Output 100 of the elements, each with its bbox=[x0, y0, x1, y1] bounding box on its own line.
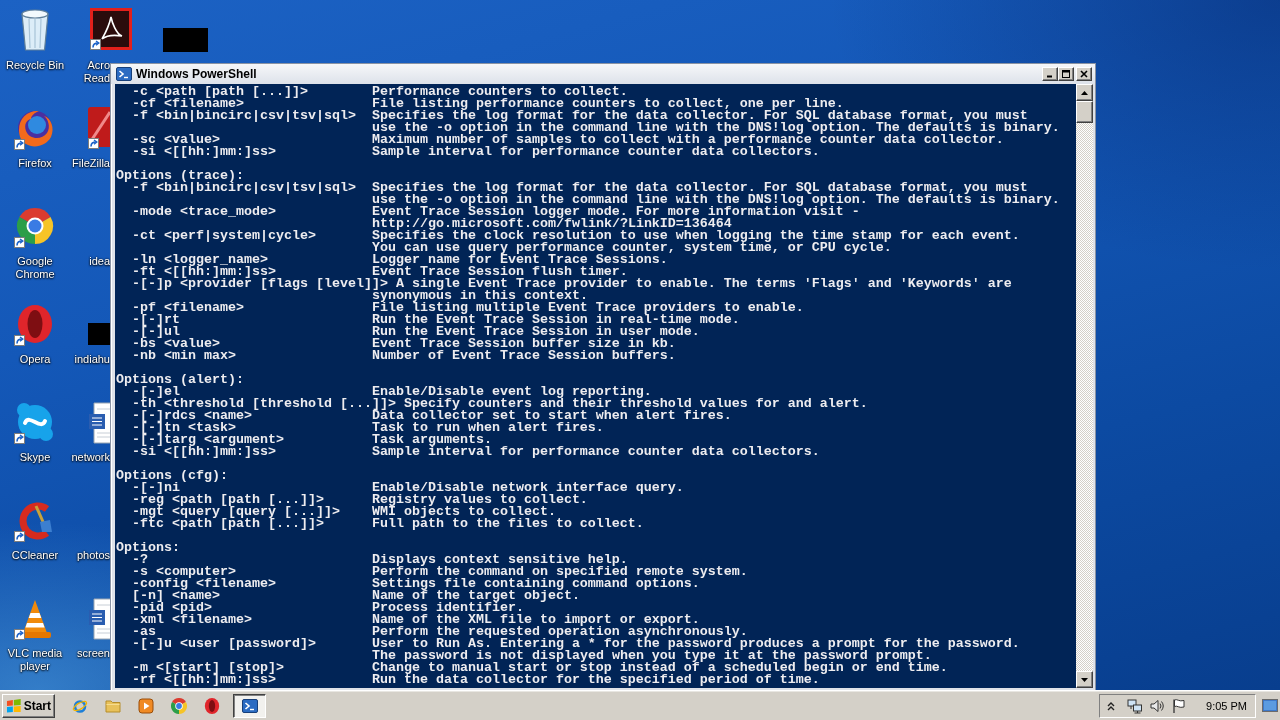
option-syntax: -? bbox=[132, 552, 148, 567]
redacted-tile-icon[interactable] bbox=[163, 28, 208, 52]
option-description: Task to run when alert fires. bbox=[371, 422, 604, 434]
option-description: Sample interval for performance counter data collectors. bbox=[371, 446, 820, 458]
option-description: Task arguments. bbox=[371, 434, 492, 446]
start-button[interactable]: Start bbox=[2, 693, 55, 718]
icon-label[interactable]: network bbox=[71, 451, 110, 464]
icon-label[interactable]: photos bbox=[76, 549, 110, 562]
option-description: Perform the requested operation asynchronously. bbox=[371, 626, 748, 638]
ring-swoosh-icon[interactable] bbox=[72, 697, 88, 714]
option-syntax: -s <computer> bbox=[132, 564, 236, 579]
flag-icon[interactable] bbox=[1171, 697, 1188, 714]
option-syntax: -f <bin|bincirc|csv|tsv|sql> bbox=[132, 108, 356, 123]
option-description: Event Trace Session logger mode. For more information visit - bbox=[371, 206, 860, 218]
close-icon bbox=[1080, 70, 1088, 78]
option-description: Performance counters to collect. bbox=[371, 86, 628, 98]
scrollbar-track[interactable] bbox=[1076, 84, 1093, 688]
option-description: http://go.microsoft.com/fwlink/?LinkID=136464 bbox=[371, 218, 732, 230]
option-syntax: -[-]ni bbox=[132, 480, 180, 495]
scrollbar-thumb[interactable] bbox=[1076, 101, 1093, 123]
option-description: Registry values to collect. bbox=[371, 494, 588, 506]
scroll-up-button[interactable] bbox=[1076, 84, 1093, 101]
down-arrow-icon bbox=[1081, 677, 1088, 682]
option-description: Settings file containing command options. bbox=[371, 578, 700, 590]
option-description: Process identifier. bbox=[371, 602, 524, 614]
icon-label[interactable]: Firefox bbox=[18, 157, 52, 170]
option-description: Specifies the log format for the data collector. For SQL database format, you must bbox=[371, 110, 1028, 122]
option-description: Data collector set to start when alert fires. bbox=[371, 410, 732, 422]
option-syntax: -c <path [path [...]]> bbox=[132, 84, 308, 99]
speaker-icon[interactable] bbox=[1149, 697, 1166, 714]
option-syntax: -as bbox=[132, 624, 156, 639]
option-description: Specify counters and their threshold values for and alert. bbox=[403, 398, 868, 410]
option-description: Enable/Disable event log reporting. bbox=[371, 386, 652, 398]
option-syntax: -si <[[hh:]mm:]ss> bbox=[132, 144, 276, 159]
network-icon[interactable] bbox=[1127, 697, 1144, 714]
terminal-icon bbox=[116, 66, 132, 82]
ring-icon[interactable] bbox=[204, 697, 220, 714]
taskbar-button[interactable] bbox=[233, 693, 266, 718]
section-heading: Options (alert): bbox=[116, 374, 244, 386]
option-description: You can use query performance counter, system time, or CPU cycle. bbox=[371, 242, 892, 254]
icon-label[interactable]: Google Chrome bbox=[0, 255, 70, 281]
maximize-icon bbox=[1062, 70, 1070, 78]
close-button[interactable] bbox=[1076, 67, 1092, 81]
option-description: Event Trace Session flush timer. bbox=[371, 266, 628, 278]
option-syntax: -[-]el bbox=[132, 384, 180, 399]
chevron-up-icon[interactable] bbox=[1106, 700, 1117, 711]
icon-label[interactable]: screen bbox=[76, 647, 110, 660]
option-description: use the -o option in the command line with the DNS!log option. The defaults is binary. bbox=[371, 122, 1060, 134]
option-syntax: -ln <logger_name> bbox=[132, 252, 268, 267]
option-syntax: -sc <value> bbox=[132, 132, 220, 147]
play-tile-icon[interactable] bbox=[138, 697, 154, 714]
swirl-tile-icon[interactable] bbox=[90, 8, 132, 50]
option-description: Specifies the log format for the data collector. For SQL database format, you must bbox=[371, 182, 1028, 194]
redacted-tile-icon[interactable] bbox=[88, 323, 110, 345]
option-description: The password is not displayed when you type it at the password prompt. bbox=[371, 650, 932, 662]
option-description: User to Run As. Entering a * for the password produces a prompt for the password. bbox=[371, 638, 1020, 650]
option-syntax: -pf <filename> bbox=[132, 300, 244, 315]
section-heading: Options: bbox=[116, 542, 180, 554]
icon-label[interactable]: VLC media player bbox=[0, 647, 70, 673]
maximize-button[interactable] bbox=[1058, 67, 1074, 81]
icon-label[interactable]: indiahu bbox=[74, 353, 110, 366]
document-icon[interactable] bbox=[88, 402, 110, 444]
option-syntax: -mode <trace_mode> bbox=[132, 204, 276, 219]
option-description: Enable/Disable network interface query. bbox=[371, 482, 684, 494]
icon-label[interactable]: idea bbox=[89, 255, 110, 268]
option-syntax: -[-]rdcs <name> bbox=[132, 408, 252, 423]
option-syntax: -m <[start] [stop]> bbox=[132, 660, 284, 675]
minimize-button[interactable] bbox=[1042, 67, 1058, 81]
title-bar[interactable]: Windows PowerShell bbox=[111, 64, 1095, 84]
cloud-icon[interactable] bbox=[14, 400, 56, 444]
option-description: Specifies the clock resolution to use when logging the time stamp for each event. bbox=[371, 230, 1020, 242]
segmented-circle-icon[interactable] bbox=[171, 697, 187, 714]
section-heading: Options (trace): bbox=[116, 170, 244, 182]
terminal-icon bbox=[241, 697, 258, 714]
scroll-down-button[interactable] bbox=[1076, 671, 1093, 688]
option-syntax: -ct <perf|system|cycle> bbox=[132, 228, 316, 243]
icon-label[interactable]: Acro Read bbox=[70, 59, 110, 85]
icon-label[interactable]: FileZilla bbox=[72, 157, 110, 170]
clock-time[interactable]: 9:05 PM bbox=[1206, 699, 1247, 712]
option-description: Sample interval for performance counter data collectors. bbox=[371, 146, 820, 158]
flag-logo-icon bbox=[6, 697, 22, 714]
option-description: Displays context sensitive help. bbox=[371, 554, 628, 566]
option-description: Run the Event Trace Session in real-time mode. bbox=[371, 314, 740, 326]
option-description: Name of the XML file to import or export. bbox=[371, 614, 700, 626]
icon-label[interactable]: Recycle Bin bbox=[5, 59, 65, 72]
option-description: Logger name for Event Trace Sessions. bbox=[371, 254, 668, 266]
option-description: File listing multiple Event Trace providers to enable. bbox=[371, 302, 804, 314]
option-description: use the -o option in the command line with the DNS!log option. The defaults is binary. bbox=[371, 194, 1060, 206]
option-description: File listing performance counters to collect, one per line. bbox=[371, 98, 844, 110]
icon-label[interactable]: Opera bbox=[19, 353, 51, 366]
option-description: A single Event Trace provider to enable. The terms 'Flags' and 'Keywords' are bbox=[395, 278, 1012, 290]
document-icon[interactable] bbox=[88, 598, 110, 640]
icon-label[interactable]: CCleaner bbox=[11, 549, 59, 562]
icon-label[interactable]: Skype bbox=[19, 451, 51, 464]
option-description: WMI objects to collect. bbox=[371, 506, 556, 518]
option-description: synonymous in this context. bbox=[371, 290, 588, 302]
window-title: Windows PowerShell bbox=[136, 67, 257, 81]
option-syntax: -[-]u <user [password]> bbox=[132, 636, 316, 651]
option-description: Maximum number of samples to collect with a performance counter data collector. bbox=[371, 134, 1004, 146]
section-heading: Options (cfg): bbox=[116, 470, 228, 482]
